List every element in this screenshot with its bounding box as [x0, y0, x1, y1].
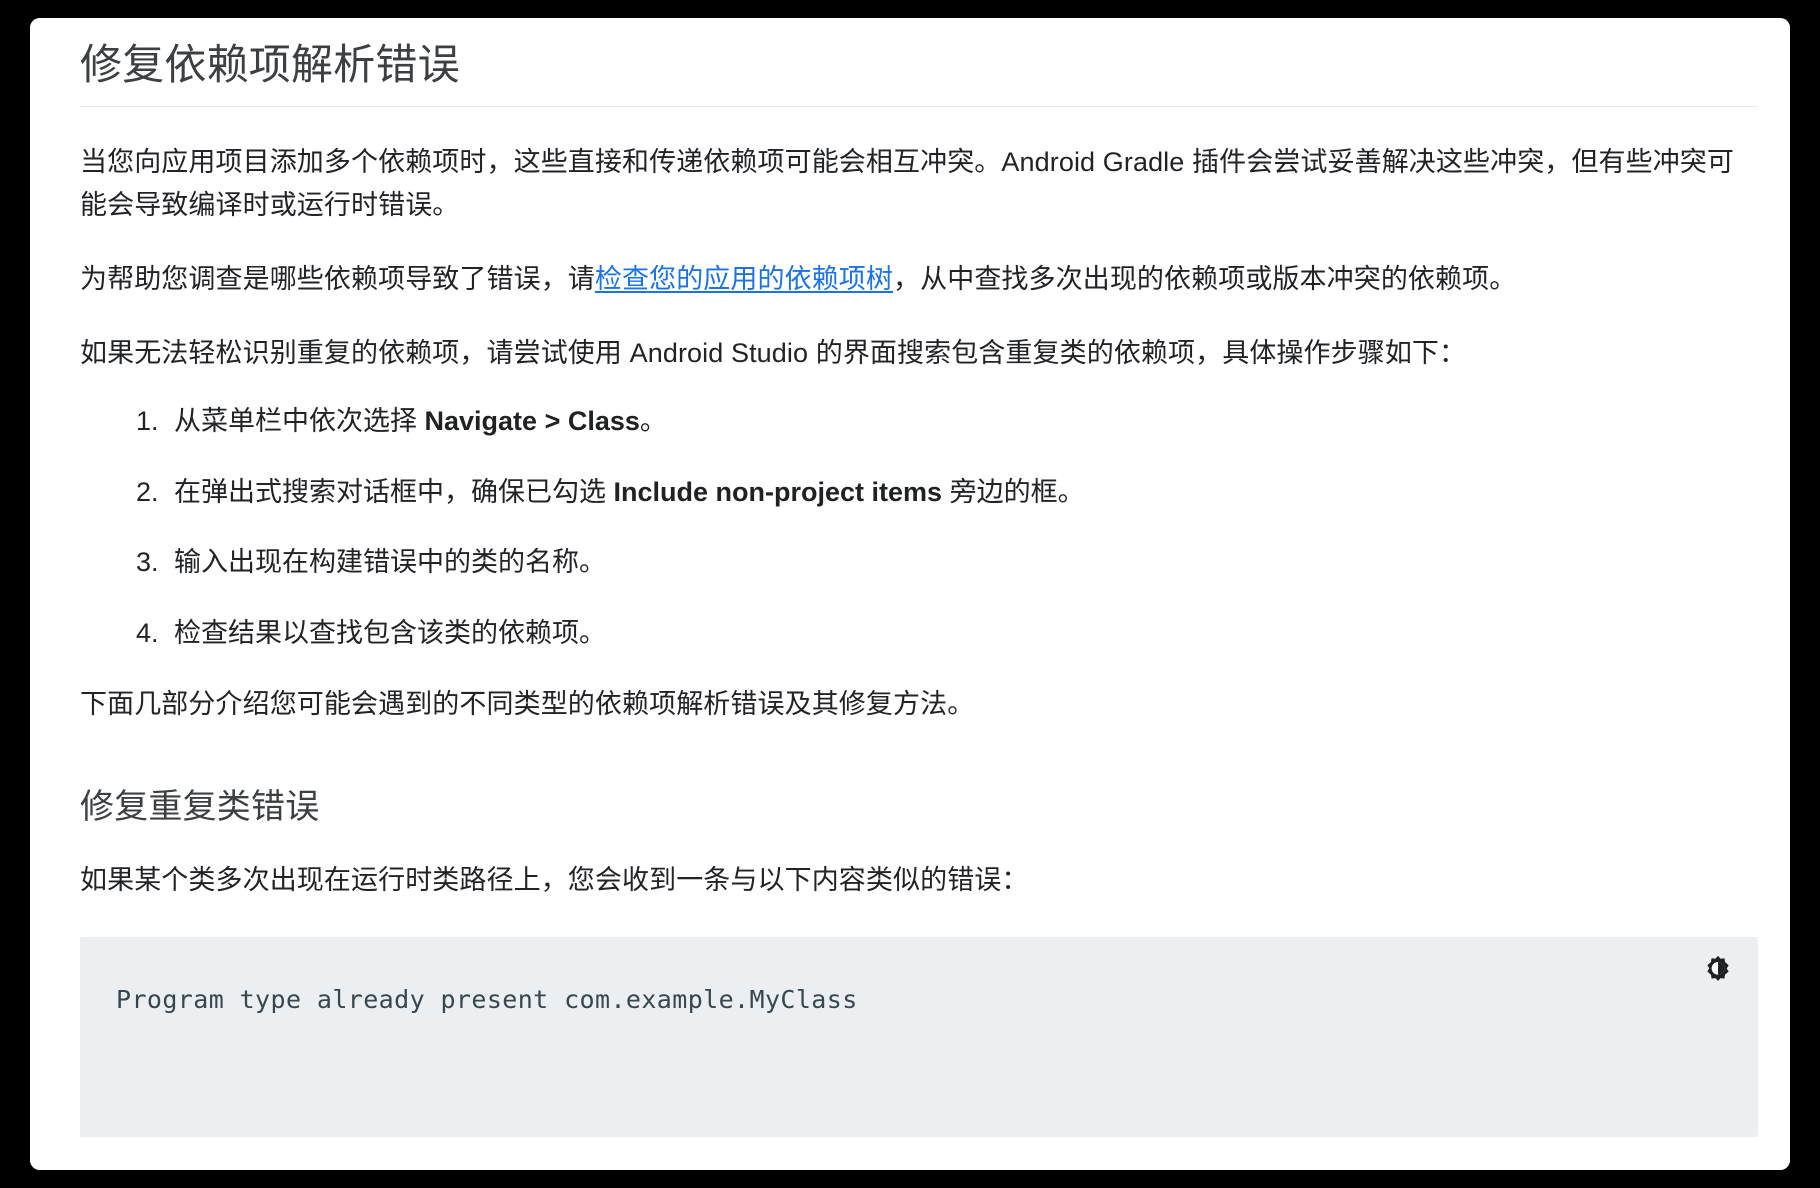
step-text-bold: Navigate > Class: [424, 406, 640, 437]
code-block: Program type already present com.example…: [80, 937, 1758, 1138]
step-text-prefix: 检查结果以查找包含该类的依赖项。: [174, 617, 606, 648]
duplicate-search-paragraph: 如果无法轻松识别重复的依赖项，请尝试使用 Android Studio 的界面搜…: [80, 337, 1467, 368]
duplicate-class-paragraph: 如果某个类多次出现在运行时类路径上，您会收到一条与以下内容类似的错误：: [80, 865, 1029, 896]
dependency-tree-link[interactable]: 检查您的应用的依赖项树: [595, 264, 893, 294]
step-text-suffix: 旁边的框。: [942, 476, 1085, 507]
list-item: 检查结果以查找包含该类的依赖项。: [166, 613, 1758, 654]
paragraph-text-before-link: 为帮助您调查是哪些依赖项导致了错误，请: [80, 264, 595, 295]
step-text-prefix: 输入出现在构建错误中的类的名称。: [174, 547, 606, 578]
steps-list: 从菜单栏中依次选择 Navigate > Class。 在弹出式搜索对话框中，确…: [80, 401, 1758, 653]
step-text-suffix: 。: [639, 406, 667, 437]
step-text-prefix: 从菜单栏中依次选择: [174, 406, 425, 437]
code-block-toolbar: [1698, 949, 1738, 989]
brightness-toggle-icon: [1703, 954, 1733, 984]
paragraph-text-after-link: ，从中查找多次出现的依赖项或版本冲突的依赖项。: [893, 264, 1517, 295]
page-title: 修复依赖项解析错误: [80, 41, 460, 88]
list-item: 从菜单栏中依次选择 Navigate > Class。: [166, 401, 1758, 442]
dark-mode-toggle-button[interactable]: [1698, 949, 1738, 989]
article-body: 当您向应用项目添加多个依赖项时，这些直接和传递依赖项可能会相互冲突。Androi…: [80, 141, 1758, 1138]
code-sample-text[interactable]: Program type already present com.example…: [80, 981, 1758, 1019]
document-scroll-area[interactable]: 修复依赖项解析错误 当您向应用项目添加多个依赖项时，这些直接和传递依赖项可能会相…: [30, 18, 1790, 1170]
list-item: 在弹出式搜索对话框中，确保已勾选 Include non-project ite…: [166, 472, 1758, 513]
intro-paragraph: 当您向应用项目添加多个依赖项时，这些直接和传递依赖项可能会相互冲突。Androi…: [80, 146, 1735, 221]
title-divider: [80, 105, 1758, 107]
sections-overview-paragraph: 下面几部分介绍您可能会遇到的不同类型的依赖项解析错误及其修复方法。: [80, 689, 975, 720]
document-content: 修复依赖项解析错误 当您向应用项目添加多个依赖项时，这些直接和传递依赖项可能会相…: [30, 40, 1790, 1138]
list-item: 输入出现在构建错误中的类的名称。: [166, 542, 1758, 583]
document-page-shell: 修复依赖项解析错误 当您向应用项目添加多个依赖项时，这些直接和传递依赖项可能会相…: [30, 18, 1790, 1170]
step-text-bold: Include non-project items: [613, 476, 943, 507]
step-text-prefix: 在弹出式搜索对话框中，确保已勾选: [174, 476, 614, 507]
section-heading-duplicate-class: 修复重复类错误: [80, 788, 320, 827]
dependency-tree-paragraph: 为帮助您调查是哪些依赖项导致了错误，请检查您的应用的依赖项树，从中查找多次出现的…: [80, 258, 1758, 302]
